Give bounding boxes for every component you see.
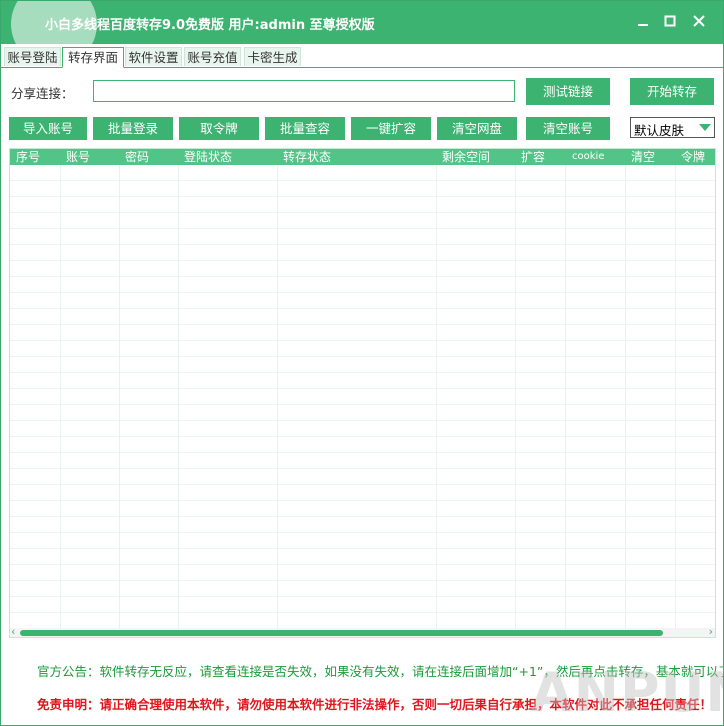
scroll-left-icon[interactable]: ‹ <box>11 625 15 637</box>
tab-transfer[interactable]: 转存界面 <box>62 47 124 68</box>
tab-recharge[interactable]: 账号充值 <box>184 47 241 66</box>
app-window: 小白多线程百度转存9.0免费版 用户:admin 至尊授权版 账号登陆 转存界面… <box>0 0 724 726</box>
column-header[interactable]: 登陆状态 <box>184 149 232 165</box>
close-icon[interactable] <box>687 11 711 33</box>
watermark: ANPUN <box>531 661 723 724</box>
column-header[interactable]: 令牌 <box>681 149 705 165</box>
window-title: 小白多线程百度转存9.0免费版 用户:admin 至尊授权版 <box>45 18 375 33</box>
scroll-right-icon[interactable]: › <box>709 625 713 637</box>
batch-login-button[interactable]: 批量登录 <box>93 117 173 140</box>
minimize-icon[interactable] <box>631 11 655 33</box>
table-body[interactable] <box>10 165 715 630</box>
tab-settings[interactable]: 软件设置 <box>125 47 182 66</box>
accounts-table[interactable]: 序号 账号 密码 登陆状态 转存状态 剩余空间 扩容 cookie 清空 令牌 … <box>9 148 716 638</box>
column-divider <box>277 165 278 630</box>
column-divider <box>625 165 626 630</box>
horizontal-scrollbar[interactable]: ‹ › <box>10 625 715 637</box>
maximize-icon[interactable] <box>658 11 682 33</box>
tab-account-login[interactable]: 账号登陆 <box>4 47 61 66</box>
batch-check-capacity-button[interactable]: 批量查容 <box>265 117 345 140</box>
clear-netdisk-button[interactable]: 清空网盘 <box>437 117 517 140</box>
column-header[interactable]: 清空 <box>631 149 655 165</box>
column-header[interactable]: 剩余空间 <box>442 149 490 165</box>
column-header[interactable]: cookie <box>572 149 604 165</box>
table-header: 序号 账号 密码 登陆状态 转存状态 剩余空间 扩容 cookie 清空 令牌 <box>10 149 715 165</box>
skin-selected-value: 默认皮肤 <box>634 123 685 138</box>
column-header[interactable]: 转存状态 <box>283 149 331 165</box>
column-divider <box>675 165 676 630</box>
column-header[interactable]: 账号 <box>66 149 90 165</box>
clear-accounts-button[interactable]: 清空账号 <box>526 117 610 140</box>
share-link-input[interactable] <box>93 80 515 102</box>
column-divider <box>119 165 120 630</box>
column-divider <box>515 165 516 630</box>
column-divider <box>436 165 437 630</box>
share-link-label: 分享连接： <box>11 86 74 101</box>
column-header[interactable]: 密码 <box>125 149 149 165</box>
column-header[interactable]: 扩容 <box>521 149 545 165</box>
skin-select[interactable]: 默认皮肤 <box>630 117 715 138</box>
column-divider <box>565 165 566 630</box>
scrollbar-thumb[interactable] <box>20 630 663 636</box>
start-transfer-button[interactable]: 开始转存 <box>630 78 714 105</box>
title-bar[interactable]: 小白多线程百度转存9.0免费版 用户:admin 至尊授权版 <box>1 1 723 67</box>
tab-bar: 账号登陆 转存界面 软件设置 账号充值 卡密生成 <box>1 47 723 68</box>
test-link-button[interactable]: 测试链接 <box>526 78 610 105</box>
one-click-expand-button[interactable]: 一键扩容 <box>351 117 431 140</box>
tab-card-generate[interactable]: 卡密生成 <box>244 47 301 66</box>
import-accounts-button[interactable]: 导入账号 <box>9 117 87 140</box>
get-token-button[interactable]: 取令牌 <box>179 117 259 140</box>
column-divider <box>178 165 179 630</box>
column-divider <box>60 165 61 630</box>
column-header[interactable]: 序号 <box>16 149 40 165</box>
chevron-down-icon[interactable] <box>694 118 714 137</box>
